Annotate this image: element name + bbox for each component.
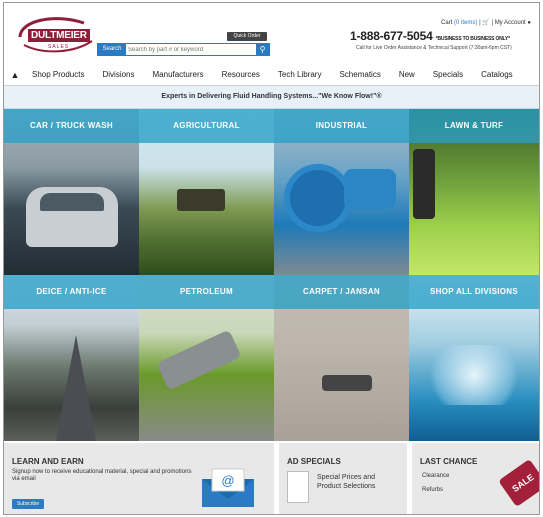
cart-count[interactable]: (0 items) xyxy=(454,20,477,26)
search-input[interactable] xyxy=(128,44,252,55)
search-bar: Search ⚲ xyxy=(97,43,270,56)
quick-order-button[interactable]: Quick Order xyxy=(227,32,267,41)
tile-label: CARPET / JANSAN xyxy=(274,275,409,309)
catalog-thumbnail xyxy=(287,471,309,503)
phone-note: *BUSINESS TO BUSINESS ONLY* xyxy=(435,36,510,42)
promo-title: LEARN AND EARN xyxy=(12,457,84,466)
cart-icon[interactable]: 🛒 xyxy=(482,20,489,26)
tile-label: INDUSTRIAL xyxy=(274,109,409,143)
browser-page: DULTMEIER SALES Quick Order Search ⚲ Car… xyxy=(3,2,540,515)
search-icon[interactable]: ⚲ xyxy=(256,44,269,55)
ad-specials-promo[interactable]: AD SPECIALS Special Prices and Product S… xyxy=(279,443,407,514)
nav-item-specials[interactable]: Specials xyxy=(433,70,463,79)
logo[interactable]: DULTMEIER SALES xyxy=(14,15,96,57)
cart-link[interactable]: Cart xyxy=(441,20,452,26)
subscribe-button[interactable]: Subscribe xyxy=(12,499,44,509)
sale-tag-icon: SALE xyxy=(498,458,539,508)
sale-tag-label: SALE xyxy=(510,472,536,494)
nav-item-shop-products[interactable]: Shop Products xyxy=(32,70,84,79)
nav-item-catalogs[interactable]: Catalogs xyxy=(481,70,513,79)
tile-shop-all-divisions[interactable]: SHOP ALL DIVISIONS xyxy=(409,275,539,441)
nav-item-schematics[interactable]: Schematics xyxy=(339,70,380,79)
nav-item-new[interactable]: New xyxy=(399,70,415,79)
search-label: Search xyxy=(98,44,126,55)
division-grid: CAR / TRUCK WASH AGRICULTURAL INDUSTRIAL… xyxy=(4,109,539,441)
nav-item-tech-library[interactable]: Tech Library xyxy=(278,70,322,79)
phone-number: 1-888-677-5054 *BUSINESS TO BUSINESS ONL… xyxy=(350,29,510,43)
promo-text: Special Prices and Product Selections xyxy=(317,474,376,490)
logo-subtitle: SALES xyxy=(48,44,70,50)
tile-label: PETROLEUM xyxy=(139,275,274,309)
tile-petroleum[interactable]: PETROLEUM xyxy=(139,275,274,441)
divider: | xyxy=(479,20,481,26)
tile-label: CAR / TRUCK WASH xyxy=(4,109,139,143)
top-links: Cart (0 items) | 🛒 | My Account ● xyxy=(441,19,531,26)
car-windshield xyxy=(40,193,104,211)
refurbs-link[interactable]: Refurbs xyxy=(422,487,443,494)
tile-deice-anti-ice[interactable]: DEICE / ANTI-ICE xyxy=(4,275,139,441)
divider: | xyxy=(491,20,494,26)
vacuum-image xyxy=(322,375,372,391)
tile-car-truck-wash[interactable]: CAR / TRUCK WASH xyxy=(4,109,139,275)
email-icon: @ xyxy=(202,468,254,507)
tile-label: SHOP ALL DIVISIONS xyxy=(409,275,539,309)
fuel-nozzle-image xyxy=(156,329,242,391)
account-link[interactable]: My Account xyxy=(495,20,526,26)
tagline-banner: Experts in Delivering Fluid Handling Sys… xyxy=(4,86,539,109)
pump-image xyxy=(284,164,352,232)
tractor-image xyxy=(177,189,225,211)
pump-motor xyxy=(344,169,396,209)
logo-wordmark: DULTMEIER xyxy=(28,29,90,42)
sprayer-image xyxy=(413,149,435,219)
nav-item-resources[interactable]: Resources xyxy=(222,70,260,79)
water-splash-image xyxy=(419,345,529,405)
clearance-link[interactable]: Clearance xyxy=(422,473,449,480)
tile-industrial[interactable]: INDUSTRIAL xyxy=(274,109,409,275)
last-chance-promo[interactable]: LAST CHANCE Clearance Refurbs SALE xyxy=(412,443,539,514)
tile-label: AGRICULTURAL xyxy=(139,109,274,143)
tile-carpet-jansan[interactable]: CARPET / JANSAN xyxy=(274,275,409,441)
tile-agricultural[interactable]: AGRICULTURAL xyxy=(139,109,274,275)
main-nav: ▲ Shop Products Divisions Manufacturers … xyxy=(4,64,539,86)
road-image xyxy=(56,335,96,441)
user-icon[interactable]: ● xyxy=(527,20,531,26)
nav-item-manufacturers[interactable]: Manufacturers xyxy=(153,70,204,79)
svg-text:@: @ xyxy=(221,473,234,488)
promo-title: AD SPECIALS xyxy=(287,457,341,466)
home-icon[interactable]: ▲ xyxy=(4,70,26,80)
tile-label: LAWN & TURF xyxy=(409,109,539,143)
tile-lawn-turf[interactable]: LAWN & TURF xyxy=(409,109,539,275)
support-text: Call for Live Order Assistance & Technic… xyxy=(356,45,512,51)
tile-label: DEICE / ANTI-ICE xyxy=(4,275,139,309)
learn-and-earn-promo[interactable]: LEARN AND EARN Signup now to receive edu… xyxy=(4,443,274,514)
phone-text: 1-888-677-5054 xyxy=(350,29,433,43)
promo-text: Signup now to receive educational materi… xyxy=(12,469,192,482)
nav-item-divisions[interactable]: Divisions xyxy=(102,70,134,79)
promo-title: LAST CHANCE xyxy=(420,457,478,466)
